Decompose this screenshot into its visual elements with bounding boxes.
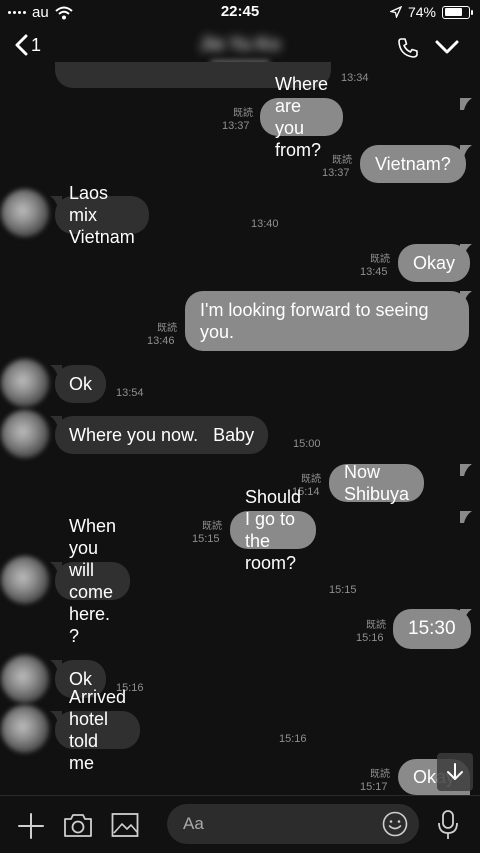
contact-name[interactable]: Jie Yu Ko bbox=[150, 34, 330, 55]
message-bubble[interactable]: Ok bbox=[55, 365, 107, 403]
message-bubble[interactable]: Laos mix Vietnam bbox=[55, 183, 149, 247]
message-bubble[interactable]: Now Shibuya bbox=[329, 462, 425, 504]
message-bubble[interactable]: Where are you from? bbox=[260, 74, 344, 160]
message-time: 15:15 bbox=[329, 584, 357, 596]
contact-avatar[interactable] bbox=[1, 410, 49, 458]
microphone-icon[interactable] bbox=[437, 809, 459, 841]
read-receipt: 既読 bbox=[366, 620, 386, 631]
bubble-tail bbox=[460, 609, 472, 621]
read-receipt: 既読 bbox=[301, 474, 321, 485]
back-button[interactable]: 1 bbox=[14, 34, 41, 56]
composer-bar bbox=[0, 795, 480, 853]
contact-avatar[interactable] bbox=[1, 655, 49, 703]
message-time: 13:45 bbox=[360, 266, 388, 278]
message-bubble[interactable]: Where you now. Baby bbox=[55, 416, 269, 454]
message-bubble[interactable]: Vietnam? bbox=[360, 145, 466, 183]
battery-icon bbox=[442, 5, 473, 19]
status-right: 74% bbox=[389, 4, 473, 20]
contact-avatar[interactable] bbox=[1, 189, 49, 237]
bubble-tail bbox=[460, 98, 472, 110]
read-receipt: 既読 bbox=[202, 521, 222, 532]
location-arrow-icon bbox=[389, 6, 402, 18]
read-receipt: 既読 bbox=[157, 323, 177, 334]
message-time: 13:46 bbox=[147, 335, 175, 347]
message-time: 13:34 bbox=[341, 72, 369, 84]
arrow-down-icon bbox=[447, 763, 463, 780]
phone-icon[interactable] bbox=[396, 36, 420, 60]
read-receipt: 既読 bbox=[332, 155, 352, 166]
read-receipt: 既読 bbox=[370, 769, 390, 780]
message-time: 13:40 bbox=[251, 218, 279, 230]
message-input-box[interactable] bbox=[167, 804, 419, 844]
contact-avatar[interactable] bbox=[1, 359, 49, 407]
chevron-down-icon[interactable] bbox=[435, 39, 459, 55]
battery-fill bbox=[444, 8, 462, 16]
camera-icon[interactable] bbox=[63, 812, 93, 838]
read-receipt: 既読 bbox=[370, 254, 390, 265]
message-bubble[interactable]: I'm looking forward to seeing you. bbox=[185, 291, 469, 351]
message-line: you. bbox=[200, 322, 235, 342]
bubble-tail bbox=[460, 291, 472, 303]
plus-icon[interactable] bbox=[17, 812, 45, 840]
image-icon[interactable] bbox=[111, 812, 139, 838]
emoji-icon[interactable] bbox=[382, 811, 408, 837]
message-bubble[interactable]: Should I go to the room? bbox=[230, 487, 317, 573]
message-input[interactable] bbox=[183, 804, 373, 844]
bubble-tail bbox=[460, 244, 472, 256]
contact-avatar[interactable] bbox=[1, 705, 49, 753]
message-bubble[interactable]: When you will come here. ? bbox=[55, 516, 131, 646]
message-time: 13:37 bbox=[322, 167, 350, 179]
message-time: 15:15 bbox=[192, 533, 220, 545]
message-line: I'm looking forward to seeing bbox=[200, 300, 429, 320]
scroll-to-bottom-button[interactable] bbox=[437, 753, 473, 791]
message-time: 13:54 bbox=[116, 387, 144, 399]
bubble-tail bbox=[460, 464, 472, 476]
message-bubble[interactable]: 15:30 bbox=[393, 609, 471, 649]
message-time: 13:37 bbox=[222, 120, 250, 132]
message-bubble[interactable]: Arrived hotel told me bbox=[55, 687, 141, 773]
back-unread-count: 1 bbox=[31, 34, 42, 55]
message-time: 15:17 bbox=[360, 781, 388, 793]
message-time: 15:16 bbox=[279, 733, 307, 745]
message-time: 15:00 bbox=[293, 438, 321, 450]
read-receipt: 既読 bbox=[233, 108, 253, 119]
status-bar: au 22:45 74% bbox=[0, 0, 480, 26]
bubble-tail bbox=[460, 511, 472, 523]
bubble-tail bbox=[460, 145, 472, 157]
contact-avatar[interactable] bbox=[1, 556, 49, 604]
chevron-left-icon bbox=[15, 34, 28, 56]
battery-percent: 74% bbox=[407, 4, 436, 20]
message-time: 15:16 bbox=[356, 632, 384, 644]
